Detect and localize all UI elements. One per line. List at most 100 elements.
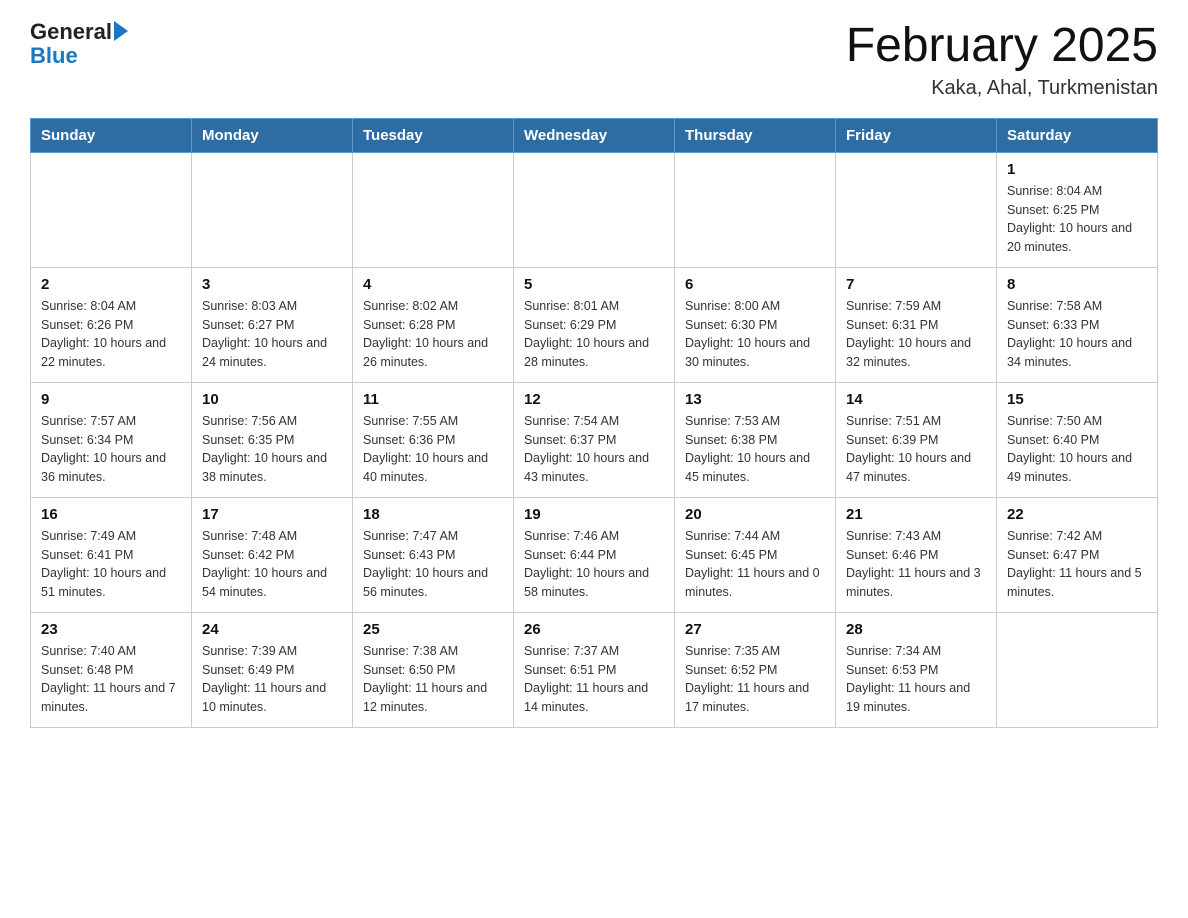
calendar-header: SundayMondayTuesdayWednesdayThursdayFrid… — [31, 118, 1158, 152]
day-number: 27 — [685, 621, 825, 638]
calendar-day-cell: 8Sunrise: 7:58 AMSunset: 6:33 PMDaylight… — [997, 267, 1158, 382]
calendar-day-cell — [353, 152, 514, 267]
day-info: Sunrise: 7:43 AMSunset: 6:46 PMDaylight:… — [846, 527, 986, 602]
location: Kaka, Ahal, Turkmenistan — [846, 77, 1158, 100]
weekday-header-friday: Friday — [836, 118, 997, 152]
day-number: 24 — [202, 621, 342, 638]
calendar-day-cell: 3 Sunrise: 8:03 AMSunset: 6:27 PMDaylight… — [192, 267, 353, 382]
calendar-day-cell: 20Sunrise: 7:44 AMSunset: 6:45 PMDayligh… — [675, 497, 836, 612]
calendar-day-cell: 26Sunrise: 7:37 AMSunset: 6:51 PMDayligh… — [514, 612, 675, 727]
calendar-day-cell — [31, 152, 192, 267]
calendar-table: SundayMondayTuesdayWednesdayThursdayFrid… — [30, 118, 1158, 728]
day-number: 23 — [41, 621, 181, 638]
weekday-header-thursday: Thursday — [675, 118, 836, 152]
page-header: General Blue February 2025 Kaka, Ahal, T… — [30, 20, 1158, 100]
day-number: 25 — [363, 621, 503, 638]
calendar-day-cell: 2 Sunrise: 8:04 AMSunset: 6:26 PMDaylight… — [31, 267, 192, 382]
weekday-header-sunday: Sunday — [31, 118, 192, 152]
logo-general-text: General — [30, 20, 112, 44]
day-number: 17 — [202, 506, 342, 523]
day-info: Sunrise: 7:40 AMSunset: 6:48 PMDaylight:… — [41, 642, 181, 717]
day-info: Sunrise: 7:35 AMSunset: 6:52 PMDaylight:… — [685, 642, 825, 717]
title-block: February 2025 Kaka, Ahal, Turkmenistan — [846, 20, 1158, 100]
calendar-day-cell: 10 Sunrise: 7:56 AMSunset: 6:35 PMDayligh… — [192, 382, 353, 497]
weekday-header-saturday: Saturday — [997, 118, 1158, 152]
day-info: Sunrise: 7:42 AMSunset: 6:47 PMDaylight:… — [1007, 527, 1147, 602]
day-number: 4 — [363, 276, 503, 293]
day-number: 14 — [846, 391, 986, 408]
day-info: Sunrise: 8:04 AMSunset: 6:25 PMDaylight:… — [1007, 182, 1147, 257]
day-number: 1 — [1007, 161, 1147, 178]
calendar-day-cell: 25 Sunrise: 7:38 AMSunset: 6:50 PMDayligh… — [353, 612, 514, 727]
day-number: 2 — [41, 276, 181, 293]
day-info: Sunrise: 8:00 AMSunset: 6:30 PMDaylight:… — [685, 297, 825, 372]
calendar-day-cell: 15 Sunrise: 7:50 AMSunset: 6:40 PMDayligh… — [997, 382, 1158, 497]
calendar-day-cell — [997, 612, 1158, 727]
day-number: 22 — [1007, 506, 1147, 523]
logo: General Blue — [30, 20, 128, 68]
day-info: Sunrise: 7:38 AMSunset: 6:50 PMDaylight:… — [363, 642, 503, 717]
day-info: Sunrise: 7:56 AMSunset: 6:35 PMDaylight:… — [202, 412, 342, 487]
calendar-day-cell: 13 Sunrise: 7:53 AMSunset: 6:38 PMDayligh… — [675, 382, 836, 497]
day-info: Sunrise: 7:34 AMSunset: 6:53 PMDaylight:… — [846, 642, 986, 717]
day-number: 10 — [202, 391, 342, 408]
day-info: Sunrise: 7:55 AMSunset: 6:36 PMDaylight:… — [363, 412, 503, 487]
day-info: Sunrise: 7:47 AMSunset: 6:43 PMDaylight:… — [363, 527, 503, 602]
day-number: 15 — [1007, 391, 1147, 408]
day-number: 9 — [41, 391, 181, 408]
day-number: 7 — [846, 276, 986, 293]
day-number: 19 — [524, 506, 664, 523]
calendar-day-cell: 27 Sunrise: 7:35 AMSunset: 6:52 PMDayligh… — [675, 612, 836, 727]
day-info: Sunrise: 8:03 AMSunset: 6:27 PMDaylight:… — [202, 297, 342, 372]
day-info: Sunrise: 7:53 AMSunset: 6:38 PMDaylight:… — [685, 412, 825, 487]
day-number: 3 — [202, 276, 342, 293]
calendar-day-cell: 16Sunrise: 7:49 AMSunset: 6:41 PMDayligh… — [31, 497, 192, 612]
calendar-day-cell: 21 Sunrise: 7:43 AMSunset: 6:46 PMDayligh… — [836, 497, 997, 612]
calendar-day-cell: 11 Sunrise: 7:55 AMSunset: 6:36 PMDayligh… — [353, 382, 514, 497]
calendar-week-row: 1 Sunrise: 8:04 AMSunset: 6:25 PMDaylight… — [31, 152, 1158, 267]
day-number: 6 — [685, 276, 825, 293]
logo-text: General Blue — [30, 20, 128, 68]
calendar-day-cell: 14Sunrise: 7:51 AMSunset: 6:39 PMDayligh… — [836, 382, 997, 497]
calendar-day-cell — [192, 152, 353, 267]
month-title: February 2025 — [846, 20, 1158, 73]
weekday-row: SundayMondayTuesdayWednesdayThursdayFrid… — [31, 118, 1158, 152]
calendar-day-cell: 12 Sunrise: 7:54 AMSunset: 6:37 PMDayligh… — [514, 382, 675, 497]
day-number: 5 — [524, 276, 664, 293]
day-number: 12 — [524, 391, 664, 408]
calendar-day-cell: 7 Sunrise: 7:59 AMSunset: 6:31 PMDaylight… — [836, 267, 997, 382]
day-info: Sunrise: 7:54 AMSunset: 6:37 PMDaylight:… — [524, 412, 664, 487]
calendar-day-cell: 1 Sunrise: 8:04 AMSunset: 6:25 PMDaylight… — [997, 152, 1158, 267]
day-number: 16 — [41, 506, 181, 523]
calendar-day-cell: 24Sunrise: 7:39 AMSunset: 6:49 PMDayligh… — [192, 612, 353, 727]
day-info: Sunrise: 8:01 AMSunset: 6:29 PMDaylight:… — [524, 297, 664, 372]
day-info: Sunrise: 7:48 AMSunset: 6:42 PMDaylight:… — [202, 527, 342, 602]
day-info: Sunrise: 7:58 AMSunset: 6:33 PMDaylight:… — [1007, 297, 1147, 372]
calendar-day-cell: 28 Sunrise: 7:34 AMSunset: 6:53 PMDayligh… — [836, 612, 997, 727]
day-info: Sunrise: 7:44 AMSunset: 6:45 PMDaylight:… — [685, 527, 825, 602]
day-info: Sunrise: 8:04 AMSunset: 6:26 PMDaylight:… — [41, 297, 181, 372]
calendar-week-row: 23 Sunrise: 7:40 AMSunset: 6:48 PMDayligh… — [31, 612, 1158, 727]
calendar-day-cell: 6 Sunrise: 8:00 AMSunset: 6:30 PMDaylight… — [675, 267, 836, 382]
calendar-day-cell — [836, 152, 997, 267]
weekday-header-tuesday: Tuesday — [353, 118, 514, 152]
day-number: 18 — [363, 506, 503, 523]
calendar-day-cell: 22 Sunrise: 7:42 AMSunset: 6:47 PMDayligh… — [997, 497, 1158, 612]
day-number: 21 — [846, 506, 986, 523]
calendar-day-cell: 18 Sunrise: 7:47 AMSunset: 6:43 PMDayligh… — [353, 497, 514, 612]
day-info: Sunrise: 7:50 AMSunset: 6:40 PMDaylight:… — [1007, 412, 1147, 487]
day-info: Sunrise: 7:46 AMSunset: 6:44 PMDaylight:… — [524, 527, 664, 602]
day-number: 28 — [846, 621, 986, 638]
day-number: 26 — [524, 621, 664, 638]
calendar-day-cell: 23 Sunrise: 7:40 AMSunset: 6:48 PMDayligh… — [31, 612, 192, 727]
calendar-body: 1 Sunrise: 8:04 AMSunset: 6:25 PMDaylight… — [31, 152, 1158, 727]
calendar-week-row: 9Sunrise: 7:57 AMSunset: 6:34 PMDaylight… — [31, 382, 1158, 497]
weekday-header-monday: Monday — [192, 118, 353, 152]
logo-blue-text: Blue — [30, 44, 128, 68]
day-number: 13 — [685, 391, 825, 408]
day-number: 11 — [363, 391, 503, 408]
calendar-day-cell: 4Sunrise: 8:02 AMSunset: 6:28 PMDaylight… — [353, 267, 514, 382]
day-info: Sunrise: 7:59 AMSunset: 6:31 PMDaylight:… — [846, 297, 986, 372]
calendar-day-cell — [675, 152, 836, 267]
weekday-header-wednesday: Wednesday — [514, 118, 675, 152]
